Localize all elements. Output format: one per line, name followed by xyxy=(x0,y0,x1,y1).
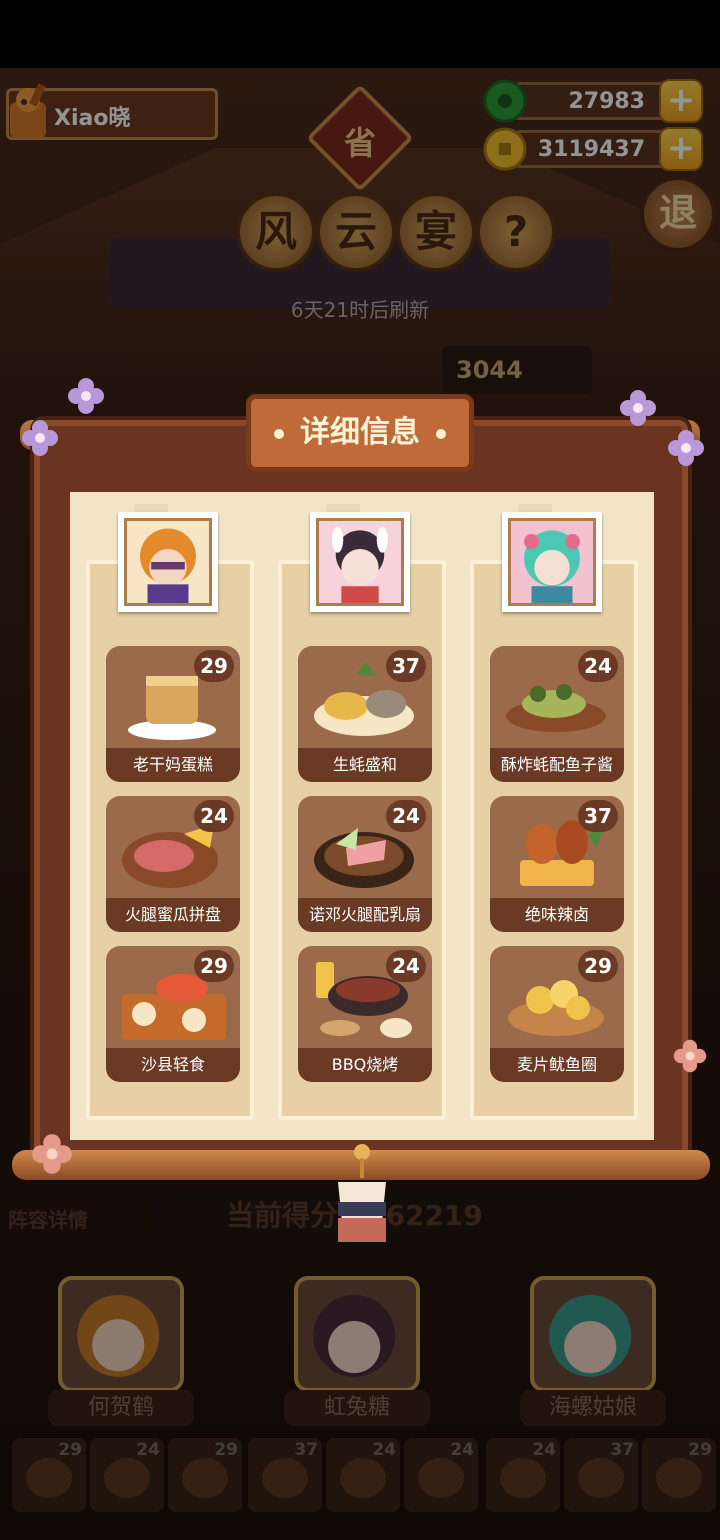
modal-title: 详细信息 xyxy=(246,394,474,472)
dish-name: 麦片鱿鱼圈 xyxy=(490,1048,624,1082)
flower-icon xyxy=(68,378,104,414)
flower-icon xyxy=(22,420,58,456)
dish-name: 老干妈蛋糕 xyxy=(106,748,240,782)
flower-icon xyxy=(620,390,656,426)
dish-score-badge: 24 xyxy=(386,800,426,832)
dish-card[interactable]: 24 诺邓火腿配乳扇 xyxy=(298,796,432,932)
character-portrait-1[interactable] xyxy=(118,512,218,612)
dish-name: BBQ烧烤 xyxy=(298,1048,432,1082)
character-3-portrait-icon xyxy=(511,521,593,603)
dish-name: 绝味辣卤 xyxy=(490,898,624,932)
character-portrait-2[interactable] xyxy=(310,512,410,612)
dish-card[interactable]: 37 生蚝盛和 xyxy=(298,646,432,782)
character-2-portrait-icon xyxy=(319,521,401,603)
dish-score-badge: 24 xyxy=(386,950,426,982)
pink-flower-icon xyxy=(673,1039,707,1073)
dish-score-badge: 24 xyxy=(194,800,234,832)
dish-score-badge: 29 xyxy=(578,950,618,982)
character-portrait-3[interactable] xyxy=(502,512,602,612)
pink-flower-icon xyxy=(32,1134,72,1174)
dish-name: 生蚝盛和 xyxy=(298,748,432,782)
dish-name: 诺邓火腿配乳扇 xyxy=(298,898,432,932)
dish-name: 酥炸蚝配鱼子酱 xyxy=(490,748,624,782)
dish-name: 沙县轻食 xyxy=(106,1048,240,1082)
flower-icon xyxy=(668,430,704,466)
dish-card[interactable]: 24 酥炸蚝配鱼子酱 xyxy=(490,646,624,782)
dish-card[interactable]: 24 火腿蜜瓜拼盘 xyxy=(106,796,240,932)
dish-card[interactable]: 29 麦片鱿鱼圈 xyxy=(490,946,624,1082)
dish-score-badge: 37 xyxy=(578,800,618,832)
modal-title-text: 详细信息 xyxy=(300,415,420,450)
dish-score-badge: 37 xyxy=(386,650,426,682)
character-1-portrait-icon xyxy=(127,521,209,603)
dish-score-badge: 24 xyxy=(578,650,618,682)
tassel-ornament-icon xyxy=(338,1144,386,1242)
dish-card[interactable]: 37 绝味辣卤 xyxy=(490,796,624,932)
dish-card[interactable]: 29 沙县轻食 xyxy=(106,946,240,1082)
dish-card[interactable]: 24 BBQ烧烤 xyxy=(298,946,432,1082)
dish-score-badge: 29 xyxy=(194,650,234,682)
dish-card[interactable]: 29 老干妈蛋糕 xyxy=(106,646,240,782)
dish-name: 火腿蜜瓜拼盘 xyxy=(106,898,240,932)
dish-score-badge: 29 xyxy=(194,950,234,982)
